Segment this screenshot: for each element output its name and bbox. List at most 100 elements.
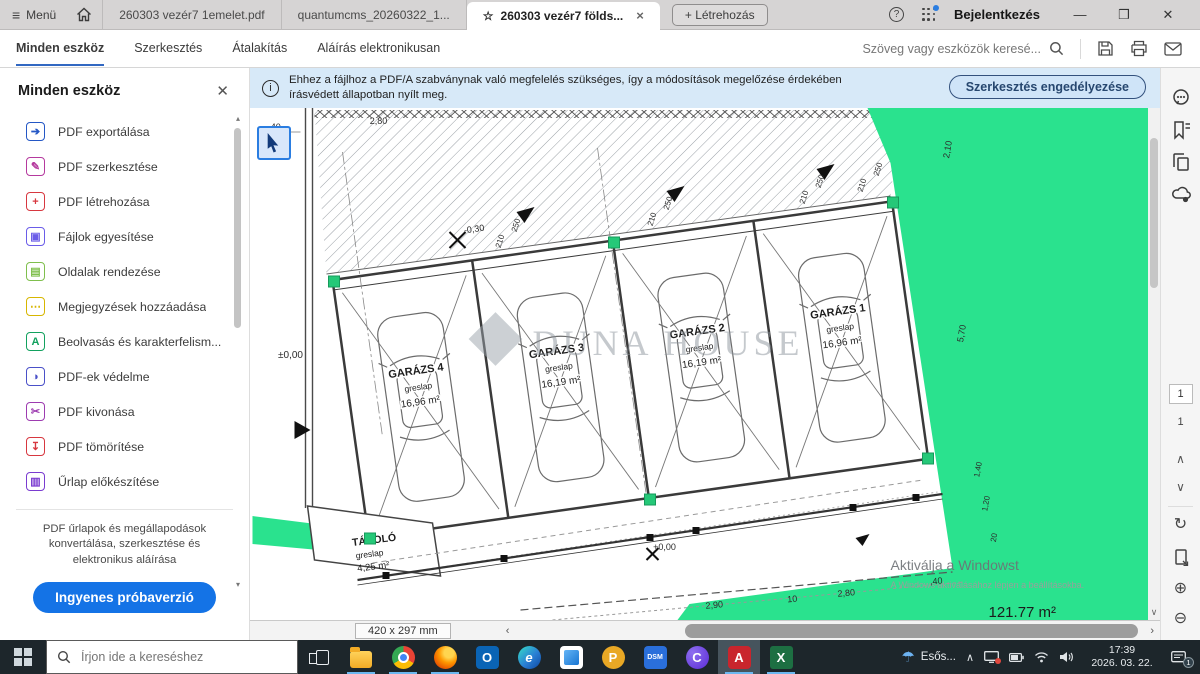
star-icon[interactable]: ☆ [483,9,494,23]
total-area-label: 121.77 m² [989,604,1057,620]
tab-edit[interactable]: Szerkesztés [134,32,202,66]
next-page-icon[interactable]: ∨ [1176,480,1185,494]
maximize-button[interactable]: ❒ [1102,7,1146,23]
toolbar-tabs: Minden eszköz Szerkesztés Átalakítás Alá… [0,32,440,66]
taskbar-photos-button[interactable] [550,640,592,674]
sidebar-item-add-comments[interactable]: ⋯Megjegyzések hozzáadása [0,289,249,324]
sidebar-footer-text: PDF űrlapok és megállapodások konvertálá… [25,522,225,568]
scroll-right-icon[interactable]: › [1150,625,1154,637]
tab-document-2[interactable]: quantumcms_20260322_1... [282,0,467,29]
edge-icon: e [518,646,541,669]
tab-document-1[interactable]: 260303 vezér7 1emelet.pdf [103,0,281,29]
sidebar-item-scan-ocr[interactable]: ABeolvasás és karakterfelism... [0,324,249,359]
home-button[interactable] [66,0,103,29]
sidebar-close-icon[interactable]: ✕ [216,82,229,100]
scroll-up-icon[interactable]: ▴ [233,114,243,123]
close-tab-icon[interactable]: × [636,8,644,23]
tray-expand-icon[interactable]: ∧ [966,651,974,664]
tab-document-active[interactable]: ☆ 260303 vezér7 földs... × [467,2,660,30]
weather-icon: ☂ [901,648,914,666]
convert-cloud-icon[interactable] [1171,184,1191,209]
start-button[interactable] [0,640,46,674]
zoom-out-icon[interactable]: ⊖ [1174,608,1187,628]
toolbar-search[interactable]: Szöveg vagy eszközök keresé... [862,41,1064,56]
cursor-icon [266,133,282,153]
notification-count-badge: 1 [1183,657,1194,668]
selection-tool-button[interactable] [257,126,291,160]
taskbar-task-view-button[interactable] [298,640,340,674]
minimize-button[interactable]: — [1058,7,1102,22]
sidebar-item-label: PDF létrehozása [58,195,150,209]
apps-grid-icon[interactable] [922,8,936,22]
enable-editing-button[interactable]: Szerkesztés engedélyezése [949,75,1146,99]
taskbar-excel-button[interactable]: X [760,640,802,674]
sidebar-item-label: PDF tömörítése [58,440,144,454]
wifi-icon[interactable] [1034,651,1049,663]
taskbar-apps: Oe PDSMCAX [298,640,802,674]
scroll-down-icon[interactable]: ∨ [1148,607,1160,618]
tab-all-tools[interactable]: Minden eszköz [16,32,104,66]
bookmarks-icon[interactable] [1171,120,1191,145]
help-icon[interactable]: ? [889,7,904,22]
taskbar-search-input[interactable] [79,649,259,665]
scroll-down-icon[interactable]: ▾ [233,580,243,589]
sidebar-item-extract-pdf[interactable]: ✂PDF kivonása [0,394,249,429]
app-menu-button[interactable]: ≡ Menü [0,0,66,29]
horizontal-scrollbar-thumb[interactable] [685,624,1138,638]
sign-in-button[interactable]: Bejelentkezés [954,7,1040,22]
sidebar-item-combine-files[interactable]: ▣Fájlok egyesítése [0,219,249,254]
sidebar-item-protect-pdf[interactable]: ◑PDF-ek védelme [0,359,249,394]
taskbar-chrome-button[interactable] [382,640,424,674]
taskbar-outlook-button[interactable]: O [466,640,508,674]
file-explorer-icon [350,651,372,668]
sidebar-scrollbar[interactable]: ▴ ▾ [233,114,243,589]
create-tab-button[interactable]: + Létrehozás [672,4,768,26]
save-button[interactable] [1097,40,1114,57]
tab-esign[interactable]: Aláírás elektronikusan [317,32,440,66]
volume-icon[interactable] [1059,651,1073,663]
action-center-button[interactable]: 1 [1171,651,1192,664]
sidebar-item-organize-pages[interactable]: ▤Oldalak rendezése [0,254,249,289]
acrobat-toolbar: Minden eszköz Szerkesztés Átalakítás Alá… [0,30,1200,68]
free-trial-button[interactable]: Ingyenes próbaverzió [33,582,216,613]
sidebar-item-label: Űrlap előkészítése [58,475,159,489]
sidebar-item-pdf-export[interactable]: ➔PDF exportálása [0,114,249,149]
sidebar-item-prepare-form[interactable]: ▥Űrlap előkészítése [0,464,249,499]
dimension-label: ±0,00 [278,350,303,361]
share-mail-button[interactable] [1164,42,1182,56]
taskbar-dsm-button[interactable]: DSM [634,640,676,674]
sidebar-item-compress-pdf[interactable]: ↧PDF tömörítése [0,429,249,464]
taskbar-edge-button[interactable]: e [508,640,550,674]
taskbar-acrobat-button[interactable]: A [718,640,760,674]
vertical-scrollbar[interactable]: ∨ [1148,108,1160,620]
scroll-left-icon[interactable]: ‹ [506,625,510,637]
zoom-in-icon[interactable]: ⊕ [1174,578,1187,598]
sidebar-item-pdf-edit[interactable]: ✎PDF szerkesztése [0,149,249,184]
clock-widget[interactable]: 17:39 2026. 03. 22. [1083,644,1161,670]
taskbar-firefox-button[interactable] [424,640,466,674]
pdf-viewer[interactable]: GARÁZS 4 greslap 16,96 m² GARÁZS 3 gresl… [250,108,1160,620]
extract-pdf-icon: ✂ [26,402,45,421]
tab-convert[interactable]: Átalakítás [232,32,287,66]
taskbar-p-app-button[interactable]: P [592,640,634,674]
acrobat-icon: A [728,646,751,669]
comments-icon[interactable] [1171,88,1191,113]
taskbar-c-app-button[interactable]: C [676,640,718,674]
print-button[interactable] [1130,40,1148,57]
weather-widget[interactable]: ☂ Esős... [901,648,956,666]
sidebar-item-label: Fájlok egyesítése [58,230,154,244]
rotate-page-icon[interactable]: ↻ [1174,514,1187,534]
previous-page-icon[interactable]: ∧ [1176,452,1185,466]
battery-icon[interactable] [1009,653,1024,662]
taskbar-file-explorer-button[interactable] [340,640,382,674]
page-number-input[interactable]: 1 [1169,384,1193,404]
scrollbar-thumb[interactable] [234,128,241,328]
banner-line1: Ehhez a fájlhoz a PDF/A szabványnak való… [289,73,842,88]
page-thumbnails-icon[interactable] [1171,152,1191,177]
close-button[interactable]: ✕ [1146,7,1190,23]
sidebar-item-pdf-create[interactable]: +PDF létrehozása [0,184,249,219]
acrobat-window: ≡ Menü 260303 vezér7 1emelet.pdf quantum… [0,0,1200,674]
remote-display-icon[interactable] [984,651,999,663]
taskbar-search[interactable] [46,640,298,674]
fit-page-icon[interactable] [1172,548,1190,571]
